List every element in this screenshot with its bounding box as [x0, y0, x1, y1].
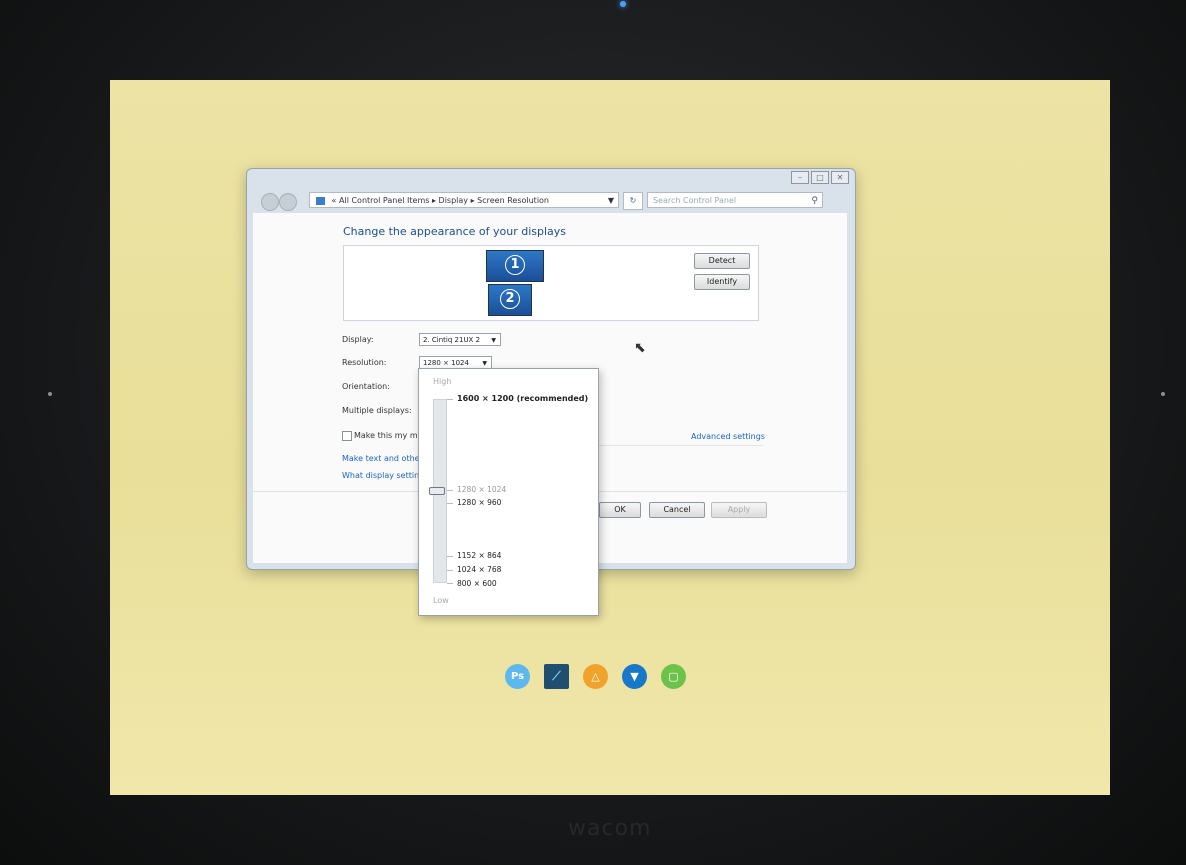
high-label: High — [433, 377, 452, 386]
low-label: Low — [433, 596, 449, 605]
breadcrumb-prefix: « — [331, 196, 337, 205]
monitor-number: 2 — [500, 289, 520, 309]
navigation-bar: « All Control Panel Items ▸ Display ▸ Sc… — [257, 191, 841, 211]
resolution-value: 1280 × 1024 — [423, 359, 469, 367]
advanced-settings-link[interactable]: Advanced settings — [691, 432, 765, 441]
monitor-2[interactable]: 2 — [488, 284, 532, 316]
window-controls: – □ ✕ — [791, 171, 849, 184]
cancel-button[interactable]: Cancel — [649, 502, 705, 518]
tablet-bezel: wacom – □ ✕ « All Control Panel Items ▸ … — [0, 0, 1186, 865]
chevron-down-icon: ▼ — [491, 337, 496, 344]
forward-button[interactable] — [279, 193, 297, 211]
resolution-slider-thumb[interactable] — [429, 487, 445, 495]
monitor-number: 1 — [505, 255, 525, 275]
slider-tick — [447, 556, 453, 557]
address-bar[interactable]: « All Control Panel Items ▸ Display ▸ Sc… — [309, 192, 619, 208]
app-dock: Ps ⟋ △ ▼ ▢ — [505, 664, 686, 689]
close-button[interactable]: ✕ — [831, 171, 849, 184]
resolution-option[interactable]: 800 × 600 — [457, 579, 497, 588]
make-main-display-label: Make this my m — [354, 431, 418, 440]
slider-tick — [447, 399, 453, 400]
breadcrumb-item[interactable]: Display — [439, 196, 469, 205]
make-main-display-checkbox[interactable] — [342, 431, 352, 441]
breadcrumb-item[interactable]: Screen Resolution — [477, 196, 549, 205]
search-icon[interactable]: ⚲ — [811, 193, 818, 209]
side-sensor-right — [1161, 392, 1165, 396]
green-app-icon[interactable]: ▢ — [661, 664, 686, 689]
breadcrumb-item[interactable]: All Control Panel Items — [339, 196, 429, 205]
refresh-icon[interactable]: ↻ — [623, 192, 643, 210]
orientation-label: Orientation: — [342, 382, 390, 391]
resolution-option[interactable]: 1152 × 864 — [457, 551, 501, 560]
display-settings-help-link[interactable]: What display setting — [342, 471, 424, 480]
mouse-cursor-icon: ⬉ — [634, 340, 646, 356]
identify-button[interactable]: Identify — [694, 274, 750, 290]
status-light — [620, 1, 626, 7]
brand-logo: wacom — [568, 816, 652, 841]
search-input[interactable]: Search Control Panel ⚲ — [647, 192, 823, 208]
recommended-resolution-option[interactable]: 1600 × 1200 (recommended) — [457, 394, 588, 403]
search-placeholder: Search Control Panel — [653, 196, 737, 205]
multiple-displays-label: Multiple displays: — [342, 406, 412, 415]
side-sensor-left — [48, 392, 52, 396]
maximize-button[interactable]: □ — [811, 171, 829, 184]
display-value: 2. Cintiq 21UX 2 — [423, 336, 481, 344]
photoshop-icon[interactable]: Ps — [505, 664, 530, 689]
display-label: Display: — [342, 335, 374, 344]
sketchbook-icon[interactable]: ⟋ — [544, 664, 569, 689]
minimize-button[interactable]: – — [791, 171, 809, 184]
control-panel-icon — [316, 196, 325, 205]
page-title: Change the appearance of your displays — [343, 225, 567, 238]
display-arrangement: 1 2 Detect Identify — [343, 245, 759, 321]
blue-pen-app-icon[interactable]: ▼ — [622, 664, 647, 689]
chevron-down-icon[interactable]: ▼ — [608, 193, 614, 209]
resolution-option[interactable]: 1280 × 960 — [457, 498, 501, 507]
ok-button[interactable]: OK — [599, 502, 641, 518]
back-button[interactable] — [261, 193, 279, 211]
display-dropdown[interactable]: 2. Cintiq 21UX 2 ▼ — [419, 333, 501, 346]
divider — [597, 445, 763, 446]
current-resolution-option[interactable]: 1280 × 1024 — [457, 485, 506, 494]
monitor-1[interactable]: 1 — [486, 250, 544, 282]
detect-button[interactable]: Detect — [694, 253, 750, 269]
slider-tick — [447, 490, 453, 491]
text-size-link[interactable]: Make text and othe — [342, 454, 420, 463]
apply-button[interactable]: Apply — [711, 502, 767, 518]
slider-tick — [447, 583, 453, 584]
orange-app-icon[interactable]: △ — [583, 664, 608, 689]
slider-tick — [447, 503, 453, 504]
resolution-option[interactable]: 1024 × 768 — [457, 565, 501, 574]
resolution-label: Resolution: — [342, 358, 387, 367]
slider-tick — [447, 570, 453, 571]
resolution-slider-popup: High 1600 × 1200 (recommended) 1280 × 10… — [418, 368, 599, 616]
